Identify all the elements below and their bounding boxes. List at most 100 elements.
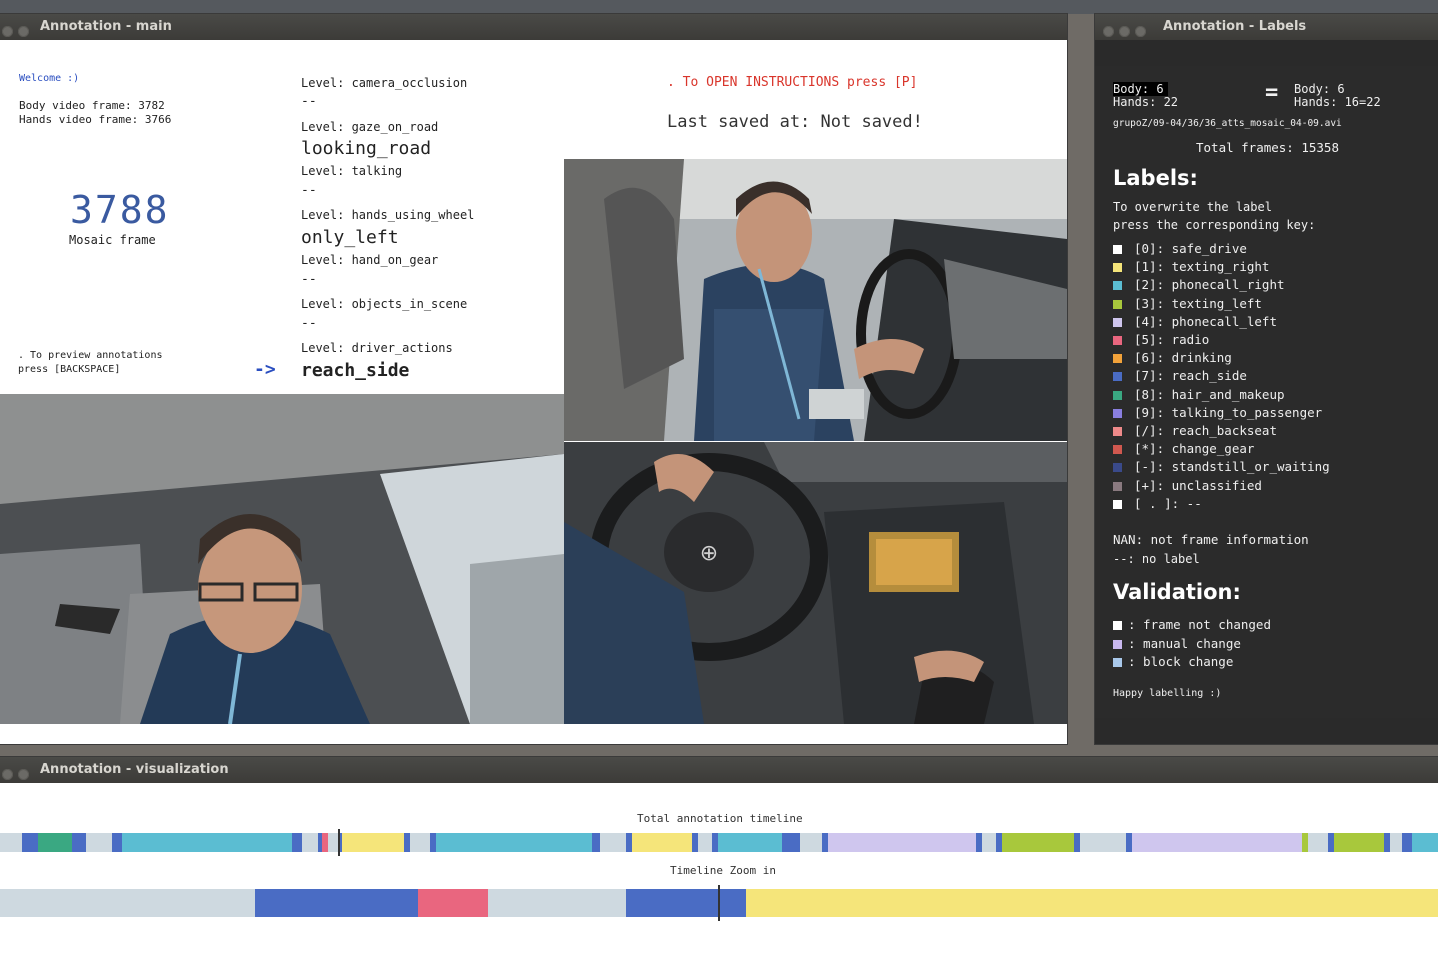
validation-item: : block change [1113, 654, 1233, 672]
svg-text:⊕: ⊕ [700, 541, 718, 566]
body-count-right: Body: 6 [1294, 82, 1345, 96]
timeline-segment [1334, 833, 1384, 852]
label-item-text: [0]: safe_drive [1134, 241, 1247, 256]
timeline-segment [418, 889, 488, 917]
window-title: Annotation - Labels [1163, 19, 1307, 34]
validation-item-text: : frame not changed [1128, 617, 1271, 632]
overwrite-hint-line2: press the corresponding key: [1113, 218, 1316, 232]
level-value-camera-occlusion: -- [301, 94, 317, 109]
minimize-icon[interactable] [18, 26, 29, 37]
label-color-swatch [1113, 372, 1122, 382]
preview-hint-line1: . To preview annotations [18, 350, 163, 361]
level-label-gaze-on-road: Level: gaze_on_road [301, 120, 439, 134]
label-item: [4]: phonecall_left [1113, 314, 1277, 332]
label-item: [9]: talking_to_passenger [1113, 405, 1322, 423]
total-timeline-title: Total annotation timeline [637, 812, 803, 825]
label-item-text: [2]: phonecall_right [1134, 277, 1285, 293]
timeline-segment [436, 833, 592, 852]
label-color-swatch [1113, 463, 1122, 473]
label-color-swatch [1113, 499, 1122, 509]
label-item: [0]: safe_drive [1113, 241, 1247, 259]
timeline-segment [22, 833, 38, 852]
label-color-swatch [1113, 245, 1122, 254]
label-item-text: [+]: unclassified [1134, 477, 1262, 493]
label-item: [/]: reach_backseat [1113, 423, 1277, 441]
main-content: Welcome :) Body video frame: 3782 Hands … [0, 40, 1067, 744]
timeline-segment [1402, 833, 1412, 852]
label-item-text: [1]: texting_right [1134, 259, 1270, 275]
timeline-segment [1074, 833, 1080, 852]
level-value-driver-actions: reach_side [301, 360, 410, 381]
level-label-hands-using-wheel: Level: hands_using_wheel [301, 208, 475, 222]
timeline-segment [1132, 833, 1302, 852]
hands-camera-view: ⊕ [564, 442, 1067, 724]
validation-color-swatch [1113, 658, 1122, 667]
current-level-arrow: -> [254, 359, 276, 380]
labels-heading: Labels: [1113, 166, 1198, 190]
visualization-window: Annotation - visualization Total annotat… [0, 757, 1438, 967]
main-window-titlebar[interactable]: Annotation - main [0, 14, 1067, 40]
overwrite-hint-line1: To overwrite the label [1113, 200, 1272, 214]
window-controls [2, 764, 34, 790]
close-icon[interactable] [2, 26, 13, 37]
timeline-segment [626, 889, 746, 917]
timeline-segment [1302, 833, 1308, 852]
zoom-timeline[interactable] [0, 885, 1438, 921]
timeline-segment [255, 889, 418, 917]
label-color-swatch [1113, 317, 1122, 327]
timeline-segment [342, 833, 404, 852]
label-item: [8]: hair_and_makeup [1113, 387, 1285, 405]
timeline-cursor[interactable] [338, 829, 340, 856]
level-value-gaze-on-road: looking_road [301, 138, 432, 159]
label-color-swatch [1113, 281, 1122, 291]
timeline-segment [1002, 833, 1074, 852]
timeline-segment [746, 889, 1438, 917]
validation-item: : frame not changed [1113, 617, 1271, 635]
last-saved-text: Last saved at: Not saved! [667, 112, 923, 132]
label-color-swatch [1113, 390, 1122, 400]
label-item-text: [-]: standstill_or_waiting [1134, 459, 1330, 475]
hands-frame-text: Hands video frame: 3766 [19, 113, 172, 126]
label-color-swatch [1113, 408, 1122, 418]
label-color-swatch [1113, 299, 1122, 309]
close-icon[interactable] [1103, 26, 1114, 37]
total-frames-text: Total frames: 15358 [1196, 140, 1339, 155]
body-camera-view [564, 159, 1067, 441]
label-item: [3]: texting_left [1113, 296, 1262, 314]
timeline-cursor[interactable] [718, 885, 720, 921]
visualization-window-titlebar[interactable]: Annotation - visualization [0, 757, 1438, 783]
timeline-segment [1412, 833, 1438, 852]
label-color-swatch [1113, 427, 1122, 436]
label-item-text: [9]: talking_to_passenger [1134, 404, 1323, 420]
timeline-segment [782, 833, 800, 852]
level-label-objects-in-scene: Level: objects_in_scene [301, 297, 468, 311]
counts-equal-sign: = [1265, 80, 1279, 105]
farewell-text: Happy labelling :) [1113, 688, 1222, 699]
timeline-segment [38, 833, 72, 852]
label-item-text: [5]: radio [1134, 332, 1210, 347]
timeline-segment [404, 833, 410, 852]
label-item-text: [4]: phonecall_left [1134, 313, 1277, 329]
minimize-icon[interactable] [1119, 26, 1130, 37]
window-title: Annotation - visualization [40, 762, 229, 777]
label-item-text: [6]: drinking [1134, 350, 1232, 366]
timeline-segment [828, 833, 976, 852]
label-color-swatch [1113, 481, 1122, 491]
body-frame-text: Body video frame: 3782 [19, 99, 165, 112]
label-item-text: [7]: reach_side [1134, 368, 1247, 384]
label-item-text: [8]: hair_and_makeup [1134, 386, 1285, 402]
validation-heading: Validation: [1113, 580, 1241, 604]
timeline-segment [632, 833, 692, 852]
maximize-icon[interactable] [1135, 26, 1146, 37]
timeline-segment [592, 833, 600, 852]
timeline-segment [976, 833, 982, 852]
label-color-swatch [1113, 445, 1122, 455]
close-icon[interactable] [2, 769, 13, 780]
instructions-hint: . To OPEN INSTRUCTIONS press [P] [667, 75, 918, 90]
total-annotation-timeline[interactable] [0, 829, 1438, 856]
minimize-icon[interactable] [18, 769, 29, 780]
validation-color-swatch [1113, 639, 1122, 649]
labels-window-titlebar[interactable]: Annotation - Labels [1095, 14, 1438, 40]
label-item: [*]: change_gear [1113, 441, 1254, 459]
nan-note: NAN: not frame information [1113, 532, 1309, 547]
